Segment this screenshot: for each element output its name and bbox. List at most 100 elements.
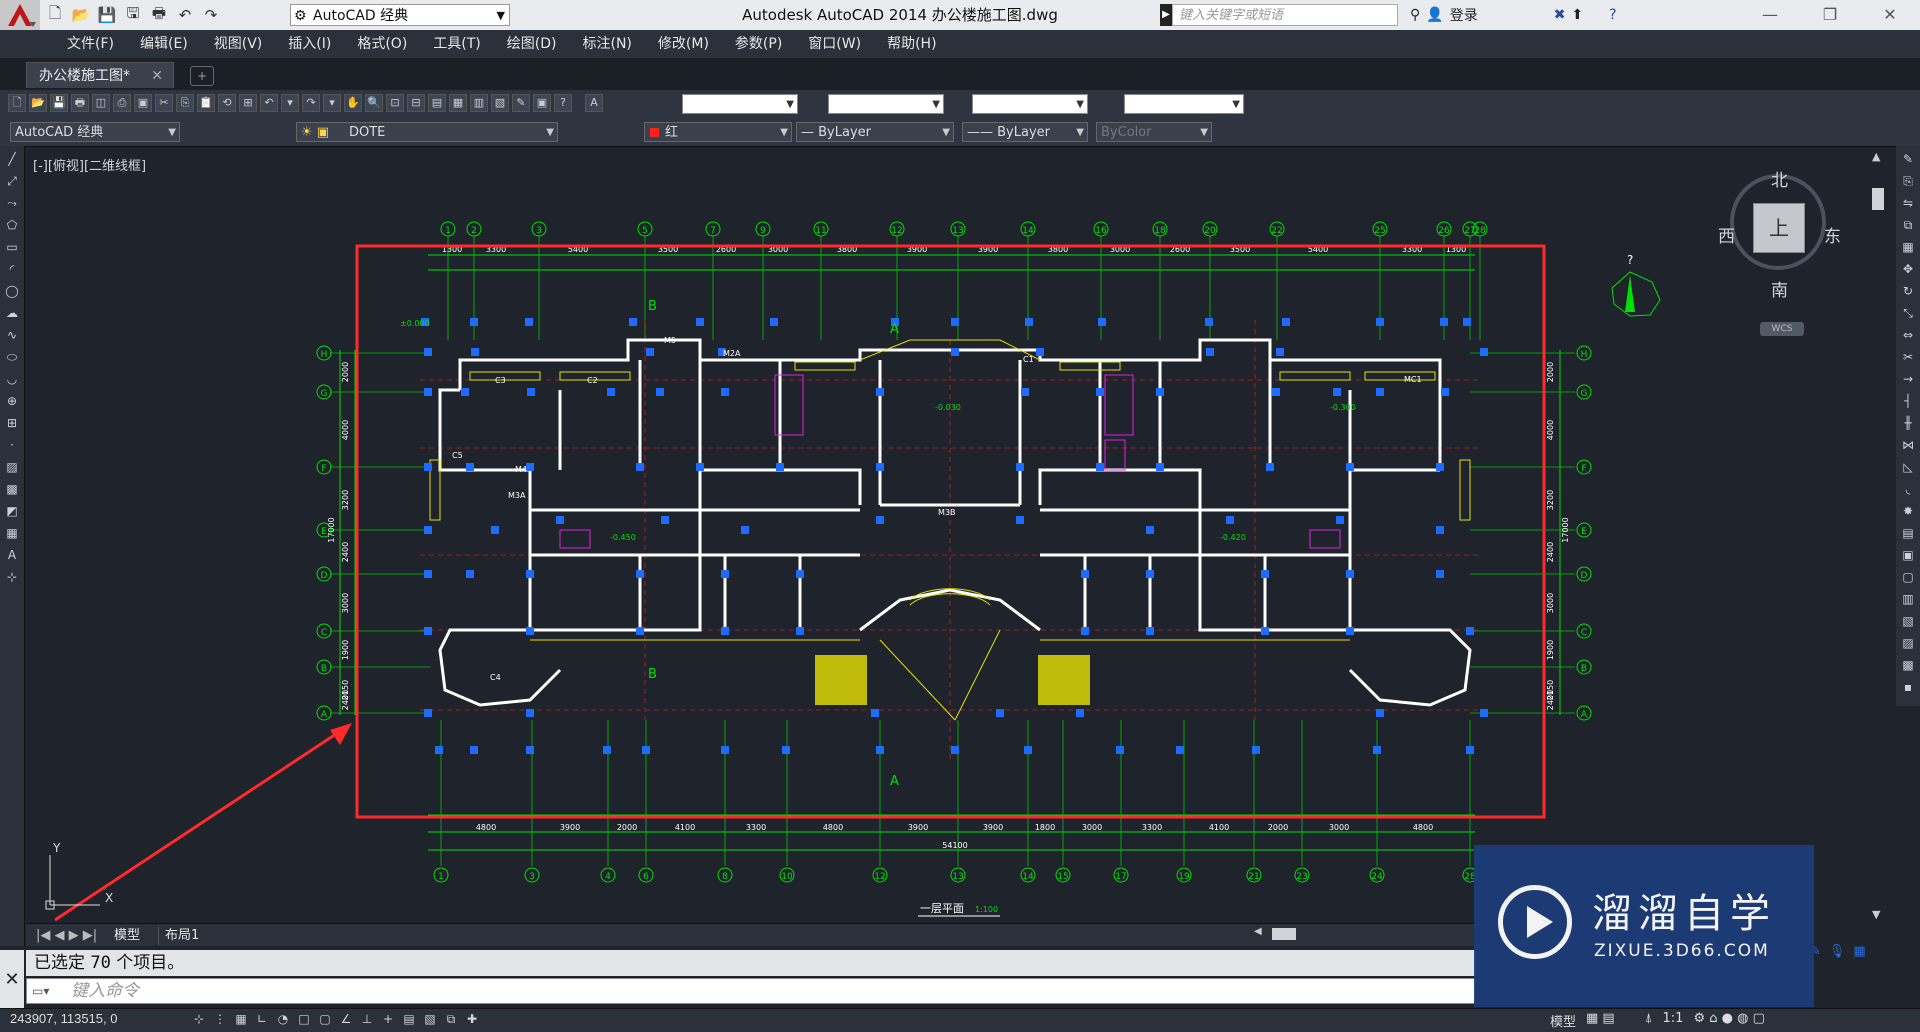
layer-off-icon[interactable]: ▨	[1899, 634, 1917, 652]
grid-view-icon[interactable]: ▦	[1853, 944, 1865, 959]
zoom-window-icon[interactable]: ⊡	[386, 94, 404, 112]
binoculars-icon[interactable]: ⚲	[1410, 7, 1420, 23]
open-icon[interactable]: 📂	[29, 94, 47, 112]
command-input[interactable]: 键入命令	[26, 978, 1476, 1004]
search-expand-icon[interactable]: ▶	[1160, 4, 1172, 26]
undo-icon[interactable]: ↶	[260, 94, 278, 112]
spline-icon[interactable]: ∿	[3, 326, 21, 344]
break-at-point-icon[interactable]: ┤	[1899, 392, 1917, 410]
model-space-toggle[interactable]: 模型	[1550, 1011, 1576, 1030]
pan-icon[interactable]: ✋	[344, 94, 362, 112]
annotation-scale[interactable]: 1:1	[1663, 1011, 1684, 1030]
match-layer-icon[interactable]: ▥	[1899, 590, 1917, 608]
menu-item-3[interactable]: 插入(I)	[275, 30, 344, 58]
minimize-icon[interactable]: —	[1740, 0, 1800, 30]
scale-icon[interactable]: ⤡	[1899, 304, 1917, 322]
add-selected-icon[interactable]: ⊹	[3, 568, 21, 586]
offset-icon[interactable]: ⧉	[1899, 216, 1917, 234]
layer-prev-icon[interactable]: ▢	[1899, 568, 1917, 586]
close-tab-icon[interactable]: ✕	[151, 63, 163, 89]
ducs-icon[interactable]: ⊥	[358, 1010, 376, 1028]
point-icon[interactable]: ·	[3, 436, 21, 454]
wcs-menu[interactable]: WCS	[1760, 322, 1804, 336]
make-block-icon[interactable]: ⊞	[3, 414, 21, 432]
layer-freeze-icon[interactable]: ▩	[1899, 656, 1917, 674]
open-icon[interactable]: 📂	[70, 4, 92, 26]
redo-icon[interactable]: ↷	[302, 94, 320, 112]
trim-icon[interactable]: ✂	[1899, 348, 1917, 366]
tab-nav-icons[interactable]: |◀ ◀ ▶ ▶|	[30, 927, 103, 945]
redo-icon[interactable]: ↷	[200, 4, 222, 26]
insert-block-icon[interactable]: ⊕	[3, 392, 21, 410]
mic-icon[interactable]: 🎙	[1829, 944, 1846, 959]
viewcube[interactable]: 北 南 西 东 上 WCS	[1718, 164, 1841, 336]
compass-south[interactable]: 南	[1771, 276, 1788, 301]
plotstyle-combo[interactable]: ByColor ▼	[1096, 122, 1212, 142]
menu-item-6[interactable]: 绘图(D)	[494, 30, 570, 58]
annotation-visibility-icon[interactable]: ⚙ ⌂ ● ◍ ▢	[1693, 1011, 1764, 1030]
redo-list-icon[interactable]: ▾	[323, 94, 341, 112]
compass-east[interactable]: 东	[1824, 222, 1841, 247]
file-tab[interactable]: 办公楼施工图* ✕	[26, 62, 174, 88]
lineweight-icon[interactable]: ▤	[400, 1010, 418, 1028]
polyline-icon[interactable]: ⤳	[3, 194, 21, 212]
menu-item-0[interactable]: 文件(F)	[54, 30, 127, 58]
properties-icon[interactable]: ▤	[428, 94, 446, 112]
arc-icon[interactable]: ◜	[3, 260, 21, 278]
zoom-previous-icon[interactable]: ⊟	[407, 94, 425, 112]
explode-icon[interactable]: ✸	[1899, 502, 1917, 520]
multileader-style-combo[interactable]: ▼	[1124, 94, 1244, 114]
construction-line-icon[interactable]: ⤢	[3, 172, 21, 190]
scroll-thumb[interactable]	[1872, 188, 1884, 210]
copy-object-icon[interactable]: ⎘	[1899, 172, 1917, 190]
viewport-controls-label[interactable]: [-][俯视][二维线框]	[33, 155, 146, 174]
chamfer-icon[interactable]: ◺	[1899, 458, 1917, 476]
multiline-text-icon[interactable]: A	[3, 546, 21, 564]
login-button[interactable]: 登录	[1450, 5, 1478, 25]
3d-osnap-icon[interactable]: ▢	[316, 1010, 334, 1028]
undo-list-icon[interactable]: ▾	[281, 94, 299, 112]
compass-north[interactable]: 北	[1771, 166, 1788, 191]
text-style-combo[interactable]: ▼	[682, 94, 798, 114]
print-icon[interactable]: 🖶	[148, 4, 170, 26]
mirror-icon[interactable]: ⇋	[1899, 194, 1917, 212]
table-icon[interactable]: ▦	[3, 524, 21, 542]
color-combo[interactable]: 红 ▼	[644, 122, 792, 142]
break-icon[interactable]: ╫	[1899, 414, 1917, 432]
annotation-scale-icon[interactable]: ⍋	[1645, 1011, 1653, 1030]
linetype-combo[interactable]: — ByLayer ▼	[796, 122, 954, 142]
osnap-icon[interactable]: □	[295, 1010, 313, 1028]
copy-icon[interactable]: ⎘	[176, 94, 194, 112]
design-center-icon[interactable]: ▦	[449, 94, 467, 112]
match-icon[interactable]: ⟲	[218, 94, 236, 112]
menu-item-4[interactable]: 格式(O)	[344, 30, 420, 58]
array-icon[interactable]: ▦	[1899, 238, 1917, 256]
save-icon[interactable]: 💾	[50, 94, 68, 112]
scroll-left-icon[interactable]: ◀	[1254, 926, 1262, 937]
paste-icon[interactable]: 📋	[197, 94, 215, 112]
circle-icon[interactable]: ◯	[3, 282, 21, 300]
ortho-icon[interactable]: ∟	[253, 1010, 271, 1028]
horizontal-scrollbar[interactable]: ◀	[1250, 926, 1470, 942]
polar-icon[interactable]: ◔	[274, 1010, 292, 1028]
hatch-icon[interactable]: ▨	[3, 458, 21, 476]
markup-icon[interactable]: ✎	[512, 94, 530, 112]
preview-icon[interactable]: ◫	[92, 94, 110, 112]
drawing-canvas[interactable]: 1300 3300 5400 3500 2600 3000 3800 3900 3900 3800…	[26, 148, 1866, 923]
rectangle-icon[interactable]: ▭	[3, 238, 21, 256]
infer-constraints-icon[interactable]: ⊹	[190, 1010, 208, 1028]
dim-style-combo[interactable]: ▼	[828, 94, 944, 114]
menu-item-10[interactable]: 窗口(W)	[795, 30, 874, 58]
gradient-icon[interactable]: ▩	[3, 480, 21, 498]
rotate-icon[interactable]: ↻	[1899, 282, 1917, 300]
menu-item-1[interactable]: 编辑(E)	[127, 30, 201, 58]
scroll-down-icon[interactable]: ▼	[1872, 908, 1880, 921]
search-input[interactable]: 键入关键字或短语	[1172, 4, 1398, 26]
menu-item-5[interactable]: 工具(T)	[420, 30, 493, 58]
autodesk-360-icon[interactable]: ⬆	[1571, 7, 1583, 23]
sheet-set-icon[interactable]: ▧	[491, 94, 509, 112]
workspace-combo[interactable]: AutoCAD 经典 ▼	[10, 122, 180, 142]
cut-icon[interactable]: ✂	[155, 94, 173, 112]
help-icon[interactable]: ?	[1609, 7, 1616, 23]
save-as-icon[interactable]: 🖫	[122, 4, 144, 26]
